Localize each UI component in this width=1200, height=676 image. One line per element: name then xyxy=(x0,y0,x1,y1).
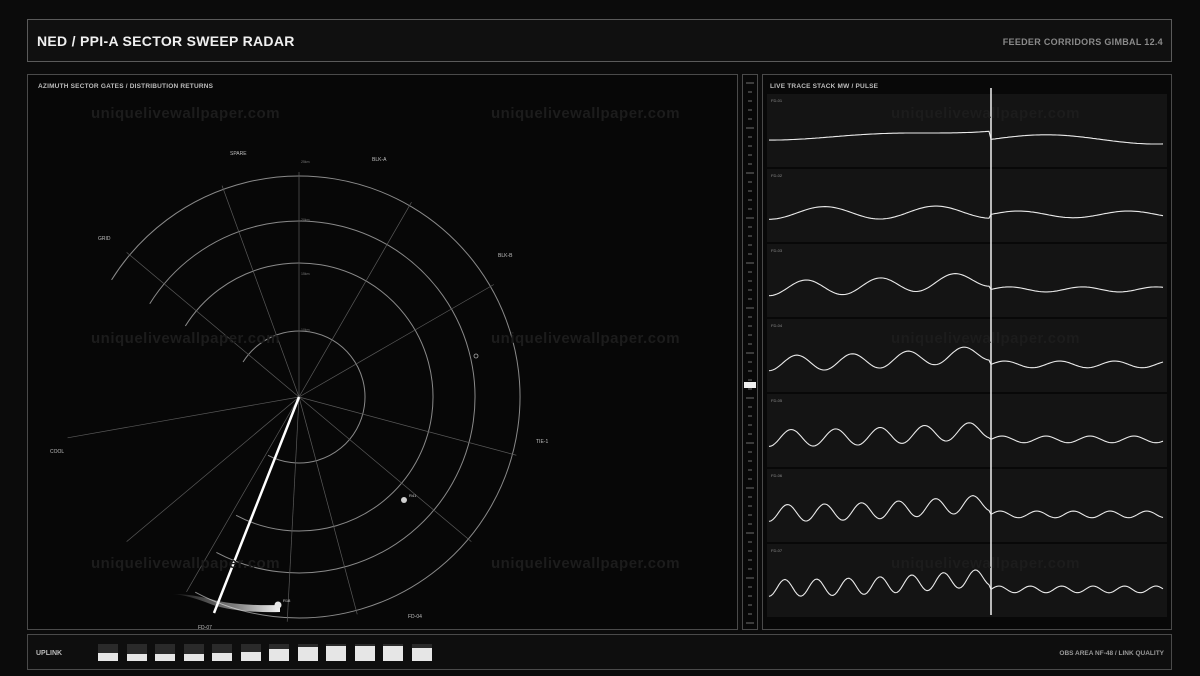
link-quality-bar xyxy=(212,644,232,661)
link-quality-bar xyxy=(98,644,118,661)
watermark: uniquelivewallpaper.com xyxy=(891,105,1081,122)
trace-row-label: FD-06 xyxy=(771,473,783,478)
range-ring xyxy=(184,262,434,532)
contact-r18[interactable]: R18 xyxy=(274,598,292,609)
link-quality-bar xyxy=(183,644,204,661)
sector-spoke xyxy=(298,201,412,398)
sector-label: BLK-B xyxy=(498,253,513,259)
trace-row: FD-05 xyxy=(767,394,1167,467)
trace-row-label: FD-03 xyxy=(771,248,783,253)
range-ring xyxy=(242,330,366,464)
trace-row: FD-03 xyxy=(767,244,1167,317)
header-status: FEEDER CORRIDORS GIMBAL 12.4 xyxy=(1002,37,1163,47)
contact-label: R41 xyxy=(409,493,417,498)
link-quality-bar xyxy=(326,644,346,661)
sector-spoke xyxy=(298,284,495,398)
watermark: uniquelivewallpaper.com xyxy=(491,330,681,347)
sector-spoke xyxy=(298,396,358,615)
trace-row-label: FD-04 xyxy=(771,323,783,328)
trace-panel: LIVE TRACE STACK MW / PULSE FD-01 FD-02 FD… xyxy=(762,74,1172,630)
sector-spoke xyxy=(67,396,300,439)
link-quality-bar xyxy=(383,644,403,661)
trace-row-label: FD-01 xyxy=(771,98,783,103)
watermark: uniquelivewallpaper.com xyxy=(891,555,1081,572)
sector-spoke xyxy=(221,185,300,398)
range-label: 10km xyxy=(301,328,310,332)
sector-spoke xyxy=(298,396,517,456)
sector-spoke xyxy=(286,396,300,622)
range-label: 25km xyxy=(301,160,310,164)
trace-row: FD-02 xyxy=(767,169,1167,242)
trace-row: FD-06 xyxy=(767,469,1167,542)
sweep-beam xyxy=(212,396,301,614)
trace-stack: FD-01 FD-02 FD-03 FD-04 FD-05 FD-06 FD-07 xyxy=(767,88,1167,617)
trace-row-bg xyxy=(767,169,1167,242)
footer-status: OBS AREA NF-48 / LINK QUALITY xyxy=(1059,650,1164,657)
contact-r41[interactable]: R41 xyxy=(401,493,417,503)
watermark: uniquelivewallpaper.com xyxy=(91,330,281,347)
range-scale-slider[interactable] xyxy=(742,74,758,630)
trace-row-bg xyxy=(767,469,1167,542)
trace-row-bg xyxy=(767,394,1167,467)
sector-spoke xyxy=(298,396,472,542)
trace-row-label: FD-02 xyxy=(771,173,783,178)
watermark: uniquelivewallpaper.com xyxy=(91,105,281,122)
link-quality-bar xyxy=(411,644,432,661)
sector-label: FD-07 xyxy=(198,625,212,629)
header-bar: NED / PPI-A SECTOR SWEEP RADAR FEEDER CO… xyxy=(27,19,1172,62)
sector-label: GRID xyxy=(98,236,111,242)
trace-row-bg xyxy=(767,244,1167,317)
link-quality-bar xyxy=(155,644,175,661)
slider-thumb[interactable] xyxy=(744,382,756,388)
range-ring xyxy=(149,220,476,574)
link-quality-bar xyxy=(240,644,261,661)
sector-spoke xyxy=(126,252,300,398)
link-quality-bar xyxy=(269,644,289,661)
radar-scope[interactable]: SPARE BLK-A BLK-B GRID TIE-1 COOL FD-04 FD-07 25… xyxy=(28,75,737,629)
page-title: NED / PPI-A SECTOR SWEEP RADAR xyxy=(37,33,295,49)
trace-row-label: FD-07 xyxy=(771,548,783,553)
sector-label: SPARE xyxy=(230,151,247,157)
link-quality-bar xyxy=(297,644,318,661)
range-ring xyxy=(111,175,521,619)
sector-label: COOL xyxy=(50,449,64,455)
sweep-plume xyxy=(173,594,280,613)
sector-label: TIE-1 xyxy=(536,439,548,445)
minor-contact[interactable] xyxy=(473,353,479,359)
contact-label: R18 xyxy=(283,598,291,603)
range-label: 20km xyxy=(301,218,310,222)
sector-spoke xyxy=(126,396,300,542)
watermark: uniquelivewallpaper.com xyxy=(891,330,1081,347)
watermark: uniquelivewallpaper.com xyxy=(491,105,681,122)
link-quality-bar xyxy=(354,644,375,661)
sector-label: BLK-A xyxy=(372,157,387,163)
range-rings xyxy=(111,175,521,619)
range-label: 15km xyxy=(301,272,310,276)
sector-label: FD-04 xyxy=(408,614,422,620)
radar-panel: AZIMUTH SECTOR GATES / DISTRIBUTION RETU… xyxy=(27,74,738,630)
watermark: uniquelivewallpaper.com xyxy=(91,555,281,572)
trace-row-label: FD-05 xyxy=(771,398,783,403)
uplink-label: UPLINK xyxy=(36,650,63,657)
watermark: uniquelivewallpaper.com xyxy=(491,555,681,572)
link-quality-bar xyxy=(126,644,147,661)
footer-bar: UPLINK OBS AREA NF-48 / LINK QUALITY xyxy=(27,634,1172,670)
